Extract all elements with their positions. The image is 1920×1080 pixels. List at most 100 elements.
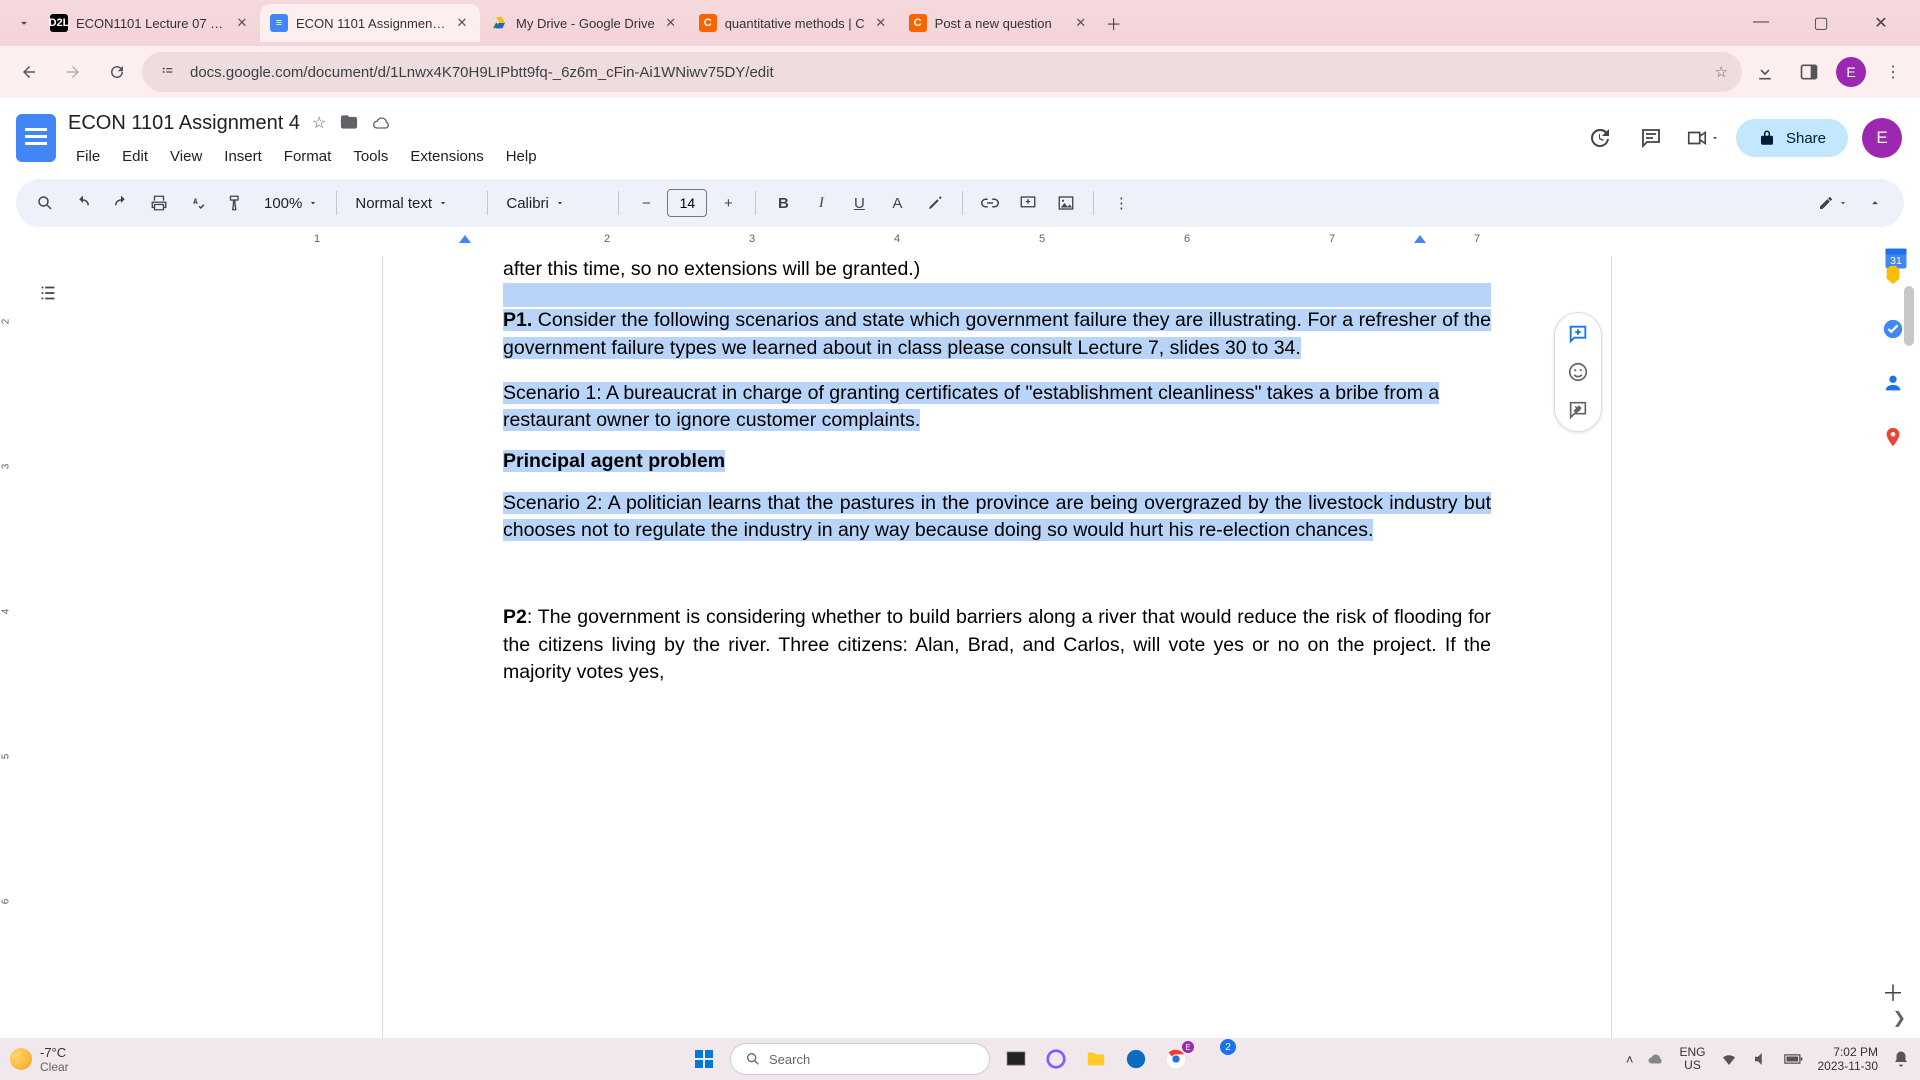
taskbar-search[interactable]: Search: [730, 1043, 990, 1075]
highlight-button[interactable]: [918, 186, 952, 220]
get-addons-icon[interactable]: ＋: [1882, 976, 1904, 1008]
menu-format[interactable]: Format: [276, 144, 340, 169]
share-button[interactable]: Share: [1736, 119, 1848, 157]
text-color-button[interactable]: A: [880, 186, 914, 220]
maps-icon[interactable]: [1880, 424, 1906, 450]
weather-widget[interactable]: -7°C Clear: [10, 1045, 69, 1074]
notifications-icon[interactable]: [1892, 1050, 1910, 1068]
maximize-button[interactable]: ▢: [1800, 13, 1842, 33]
tab-docs-active[interactable]: ≡ ECON 1101 Assignment 4 ✕: [260, 4, 480, 42]
reload-button[interactable]: [98, 53, 136, 91]
menu-tools[interactable]: Tools: [345, 144, 396, 169]
body-text: Scenario 1: A bureaucrat in charge of gr…: [503, 380, 1491, 435]
back-button[interactable]: [10, 53, 48, 91]
bold-button[interactable]: B: [766, 186, 800, 220]
edge-icon[interactable]: [1122, 1045, 1150, 1073]
menu-file[interactable]: File: [68, 144, 108, 169]
google-account-avatar[interactable]: E: [1862, 118, 1902, 158]
close-icon[interactable]: ✕: [454, 15, 470, 31]
outline-toggle-icon[interactable]: [37, 282, 59, 304]
url-field[interactable]: docs.google.com/document/d/1Lnwx4K70H9LI…: [142, 52, 1742, 92]
indent-marker-left[interactable]: [459, 235, 471, 243]
paint-format-button[interactable]: [218, 186, 252, 220]
chrome-icon[interactable]: E: [1162, 1045, 1190, 1073]
paragraph-style-select[interactable]: Normal text: [347, 195, 477, 212]
sidepanel-icon[interactable]: [1792, 55, 1826, 89]
print-button[interactable]: [142, 186, 176, 220]
move-icon[interactable]: [340, 113, 358, 133]
volume-icon[interactable]: [1752, 1050, 1770, 1068]
language-indicator[interactable]: ENG US: [1679, 1046, 1705, 1072]
docs-logo-icon[interactable]: [16, 114, 56, 162]
meet-icon[interactable]: [1684, 119, 1722, 157]
increase-font-button[interactable]: +: [711, 186, 745, 220]
vertical-ruler[interactable]: 2 3 4 5 6: [0, 256, 22, 1038]
start-button[interactable]: [690, 1045, 718, 1073]
add-comment-button[interactable]: [1011, 186, 1045, 220]
close-window-button[interactable]: ✕: [1860, 13, 1902, 33]
suggest-edits-icon[interactable]: [1567, 399, 1589, 421]
close-icon[interactable]: ✕: [873, 15, 889, 31]
bookmark-star-icon[interactable]: ☆: [1715, 63, 1728, 81]
tray-chevron-icon[interactable]: ˄: [1626, 1052, 1634, 1067]
undo-button[interactable]: [66, 186, 100, 220]
decrease-font-button[interactable]: −: [629, 186, 663, 220]
tab-drive[interactable]: My Drive - Google Drive ✕: [480, 4, 689, 42]
site-info-icon[interactable]: [156, 61, 178, 83]
document-page[interactable]: after this time, so no extensions will b…: [382, 256, 1612, 1038]
profile-avatar[interactable]: E: [1836, 57, 1866, 87]
cloud-status-icon[interactable]: [372, 113, 392, 133]
minimize-button[interactable]: ―: [1740, 13, 1782, 33]
spellcheck-button[interactable]: [180, 186, 214, 220]
forward-button[interactable]: [54, 53, 92, 91]
menu-help[interactable]: Help: [498, 144, 545, 169]
comments-icon[interactable]: [1632, 119, 1670, 157]
close-icon[interactable]: ✕: [1073, 15, 1089, 31]
menu-view[interactable]: View: [162, 144, 210, 169]
copilot-icon[interactable]: [1042, 1045, 1070, 1073]
add-comment-icon[interactable]: [1567, 323, 1589, 345]
tab-d2l[interactable]: D2L ECON1101 Lecture 07 - A ✕: [40, 4, 260, 42]
menu-edit[interactable]: Edit: [114, 144, 156, 169]
task-view-icon[interactable]: [1002, 1045, 1030, 1073]
downloads-icon[interactable]: [1748, 55, 1782, 89]
insert-image-button[interactable]: [1049, 186, 1083, 220]
search-menus-icon[interactable]: [28, 186, 62, 220]
editing-mode-button[interactable]: [1816, 186, 1850, 220]
underline-button[interactable]: U: [842, 186, 876, 220]
tasks-icon[interactable]: [1880, 316, 1906, 342]
chrome-menu-icon[interactable]: ⋮: [1876, 55, 1910, 89]
font-select[interactable]: Calibri: [498, 195, 608, 212]
notification-pill[interactable]: [1202, 1045, 1230, 1073]
tab-chegg2[interactable]: C Post a new question ✕: [899, 4, 1099, 42]
horizontal-ruler[interactable]: 1 2 3 4 5 6 7 7: [54, 231, 1920, 253]
keep-icon[interactable]: [1880, 262, 1906, 288]
document-title[interactable]: ECON 1101 Assignment 4: [68, 112, 300, 135]
new-tab-button[interactable]: ＋: [1099, 8, 1129, 38]
clock[interactable]: 7:02 PM 2023-11-30: [1818, 1045, 1879, 1074]
font-size-input[interactable]: 14: [667, 189, 707, 217]
tab-search-dropdown[interactable]: [8, 7, 40, 39]
wifi-icon[interactable]: [1720, 1050, 1738, 1068]
star-icon[interactable]: ☆: [312, 113, 326, 133]
indent-marker-right[interactable]: [1414, 235, 1426, 243]
close-icon[interactable]: ✕: [663, 15, 679, 31]
more-toolbar-button[interactable]: ⋮: [1104, 186, 1138, 220]
italic-button[interactable]: I: [804, 186, 838, 220]
collapse-toolbar-button[interactable]: [1858, 186, 1892, 220]
file-explorer-icon[interactable]: [1082, 1045, 1110, 1073]
contacts-icon[interactable]: [1880, 370, 1906, 396]
chegg-favicon: C: [699, 14, 717, 32]
tab-chegg1[interactable]: C quantitative methods | C ✕: [689, 4, 899, 42]
close-icon[interactable]: ✕: [234, 15, 250, 31]
insert-link-button[interactable]: [973, 186, 1007, 220]
menu-extensions[interactable]: Extensions: [402, 144, 491, 169]
emoji-reaction-icon[interactable]: [1567, 361, 1589, 383]
zoom-select[interactable]: 100%: [256, 195, 326, 212]
google-sidepanel: ＋: [1866, 256, 1920, 1038]
menu-insert[interactable]: Insert: [216, 144, 270, 169]
battery-icon[interactable]: [1784, 1052, 1804, 1066]
history-icon[interactable]: [1580, 119, 1618, 157]
redo-button[interactable]: [104, 186, 138, 220]
onedrive-icon[interactable]: [1647, 1050, 1665, 1068]
